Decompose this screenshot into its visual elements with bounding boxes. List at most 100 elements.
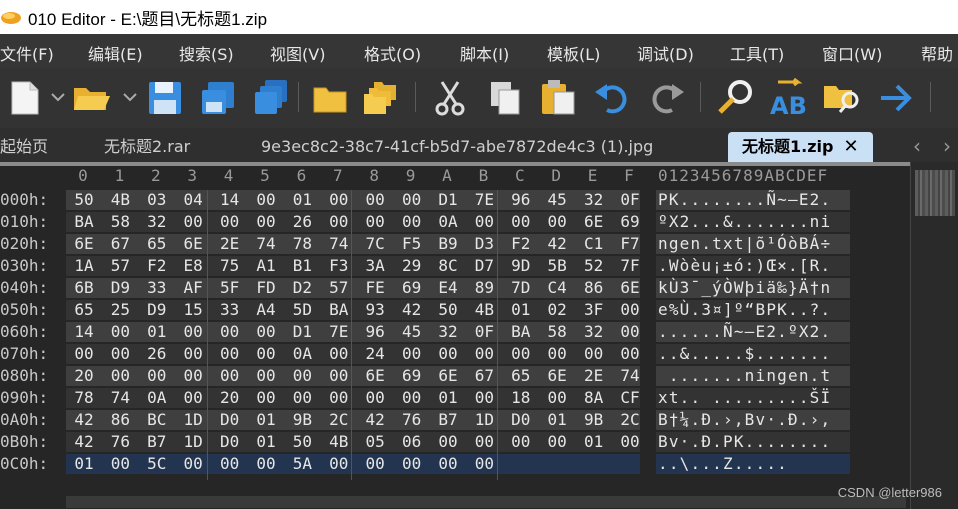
hex-byte[interactable]: 6E	[612, 278, 648, 297]
hex-byte[interactable]: 00	[539, 212, 575, 231]
hex-byte[interactable]: 96	[503, 190, 539, 209]
hex-byte[interactable]: E4	[430, 278, 466, 297]
hex-byte[interactable]: 57	[102, 256, 138, 275]
hex-byte[interactable]: 3F	[576, 300, 612, 319]
copy-icon[interactable]	[485, 78, 525, 118]
menu-template[interactable]: 模板(L)	[547, 41, 600, 65]
hex-byte[interactable]: 00	[248, 366, 284, 385]
hex-byte[interactable]: 00	[284, 388, 320, 407]
hex-byte[interactable]: 00	[357, 454, 393, 473]
hex-byte[interactable]: C1	[576, 234, 612, 253]
hex-byte[interactable]: 00	[212, 344, 248, 363]
hex-byte[interactable]: 33	[212, 300, 248, 319]
hex-byte[interactable]: CF	[612, 388, 648, 407]
hex-byte[interactable]: 8C	[430, 256, 466, 275]
hex-byte[interactable]: 45	[394, 322, 430, 341]
hex-byte[interactable]: F2	[503, 234, 539, 253]
hex-byte[interactable]: 01	[576, 432, 612, 451]
hex-byte[interactable]: A1	[248, 256, 284, 275]
hex-byte[interactable]: B7	[430, 410, 466, 429]
hex-byte[interactable]: 01	[248, 432, 284, 451]
hex-byte[interactable]: 5C	[139, 454, 175, 473]
hex-byte[interactable]: 74	[248, 234, 284, 253]
hex-byte[interactable]: 03	[139, 190, 175, 209]
hex-byte[interactable]: 00	[248, 454, 284, 473]
save-icon[interactable]	[145, 78, 185, 118]
hex-byte[interactable]: 32	[576, 322, 612, 341]
hex-byte[interactable]: 58	[102, 212, 138, 231]
hex-byte[interactable]: 75	[212, 256, 248, 275]
hex-byte[interactable]: 04	[175, 190, 211, 209]
hex-byte[interactable]: 76	[102, 432, 138, 451]
hex-byte[interactable]: FD	[248, 278, 284, 297]
hex-byte[interactable]: F5	[394, 234, 430, 253]
hex-byte[interactable]: 00	[539, 388, 575, 407]
ascii-chars[interactable]: .......ningen.t	[658, 366, 831, 385]
hex-byte[interactable]: 00	[248, 344, 284, 363]
menu-file[interactable]: 文件(F)	[0, 41, 54, 65]
hex-byte[interactable]: 67	[102, 234, 138, 253]
open-multiple-icon[interactable]	[360, 78, 400, 118]
hex-byte[interactable]: D2	[284, 278, 320, 297]
hex-byte[interactable]: 00	[430, 344, 466, 363]
hex-byte[interactable]: D9	[102, 278, 138, 297]
hex-byte[interactable]: 74	[102, 388, 138, 407]
hex-byte[interactable]: 01	[503, 300, 539, 319]
hex-byte[interactable]: 32	[139, 212, 175, 231]
hex-byte[interactable]: 00	[212, 322, 248, 341]
folder-icon[interactable]	[310, 78, 350, 118]
hex-byte[interactable]: 01	[139, 322, 175, 341]
menu-search[interactable]: 搜索(S)	[179, 41, 234, 65]
hex-byte[interactable]: 7C	[357, 234, 393, 253]
hex-byte[interactable]: 50	[430, 300, 466, 319]
hex-byte[interactable]: 25	[102, 300, 138, 319]
hex-byte[interactable]: 5F	[212, 278, 248, 297]
hex-byte[interactable]: 9B	[576, 410, 612, 429]
ascii-chars[interactable]: ......Ñ~–E2.ºX2.	[658, 322, 831, 341]
hex-byte[interactable]: 00	[394, 190, 430, 209]
hex-byte[interactable]: 00	[357, 212, 393, 231]
hex-byte[interactable]: 24	[357, 344, 393, 363]
hex-byte[interactable]: C4	[539, 278, 575, 297]
hex-byte[interactable]: F2	[139, 256, 175, 275]
close-icon[interactable]: ✕	[843, 136, 858, 157]
hex-byte[interactable]: 00	[539, 344, 575, 363]
hex-byte[interactable]: D1	[284, 322, 320, 341]
hex-byte[interactable]: 7D	[503, 278, 539, 297]
ascii-chars[interactable]: .Wòèu¡±ó:)Œ×.[R.	[658, 256, 831, 275]
hex-byte[interactable]: 2E	[212, 234, 248, 253]
redo-icon[interactable]	[646, 78, 686, 118]
ascii-chars[interactable]: ºX2...&.......ni	[658, 212, 831, 231]
save-all-icon[interactable]	[251, 78, 291, 118]
hex-byte[interactable]: 00	[175, 388, 211, 407]
hex-byte[interactable]: 00	[248, 212, 284, 231]
chevron-down-icon[interactable]	[120, 78, 140, 118]
hex-byte[interactable]: 5A	[284, 454, 320, 473]
ascii-chars[interactable]: B†¼.Ð.›,Bv·.Ð.›,	[658, 410, 831, 429]
menu-help[interactable]: 帮助	[921, 41, 953, 65]
hex-byte[interactable]: 00	[539, 432, 575, 451]
hex-byte[interactable]: 86	[576, 278, 612, 297]
hex-byte[interactable]: 96	[357, 322, 393, 341]
tab-zip-file[interactable]: 无标题1.zip ✕	[728, 132, 873, 162]
hex-byte[interactable]: 6E	[175, 234, 211, 253]
horizontal-scrollbar[interactable]	[66, 496, 906, 508]
hex-byte[interactable]: 00	[394, 388, 430, 407]
hex-byte[interactable]: 02	[539, 300, 575, 319]
hex-byte[interactable]: 00	[357, 388, 393, 407]
find-icon[interactable]	[716, 78, 756, 118]
tab-start-page[interactable]: 起始页	[0, 132, 48, 162]
menu-format[interactable]: 格式(O)	[364, 41, 421, 65]
hex-byte[interactable]: 42	[357, 410, 393, 429]
hex-byte[interactable]: 33	[139, 278, 175, 297]
hex-byte[interactable]: 00	[394, 344, 430, 363]
undo-icon[interactable]	[593, 78, 633, 118]
hex-byte[interactable]: 6E	[430, 366, 466, 385]
chevron-down-icon[interactable]	[48, 78, 68, 118]
hex-byte[interactable]: 0A	[139, 388, 175, 407]
hex-byte[interactable]: 69	[394, 278, 430, 297]
menu-edit[interactable]: 编辑(E)	[88, 41, 143, 65]
hex-byte[interactable]: 5B	[539, 256, 575, 275]
hex-byte[interactable]: BC	[139, 410, 175, 429]
hex-byte[interactable]: 18	[503, 388, 539, 407]
